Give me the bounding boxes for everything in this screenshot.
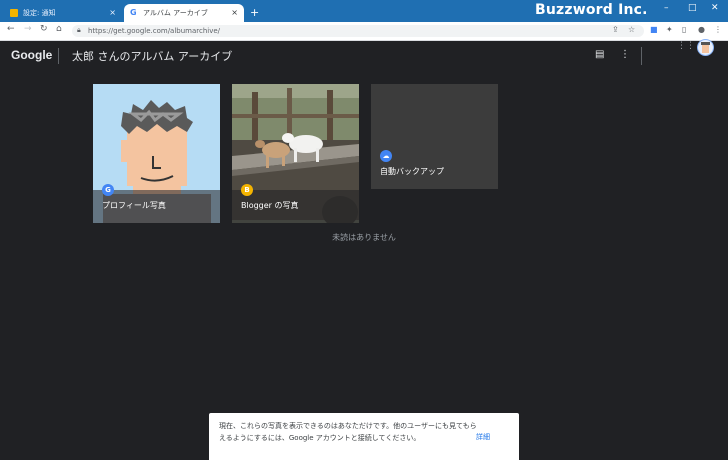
album-label: 自動バックアップ xyxy=(380,167,444,176)
browser-toolbar: ← → ↻ ⌂ 🔒︎ https://get.google.com/albuma… xyxy=(0,22,728,41)
blogger-favicon-icon xyxy=(10,9,18,17)
empty-message: 未読はありません xyxy=(332,233,396,242)
forward-arrow-icon[interactable]: → xyxy=(24,24,32,34)
blogger-icon: B xyxy=(241,184,253,196)
address-bar[interactable]: 🔒︎ https://get.google.com/albumarchive/ xyxy=(72,25,644,37)
tab-close-icon[interactable]: × xyxy=(231,4,238,22)
lock-icon: 🔒︎ xyxy=(77,26,81,34)
more-options-icon[interactable]: ⋮ xyxy=(620,49,630,60)
extension-icon[interactable]: ■ xyxy=(650,25,658,34)
tab-title: アルバム アーカイブ xyxy=(143,9,208,17)
notice-text: 現在、これらの写真を表示できるのはあなただけです。他のユーザーにも見てもらえるよ… xyxy=(219,422,477,442)
album-profile-photos[interactable]: G プロフィール写真 xyxy=(93,84,220,223)
google-icon: G xyxy=(102,184,114,196)
page-title: 太郎 さんのアルバム アーカイブ xyxy=(72,50,233,63)
tab-title: 設定: 通知 xyxy=(23,9,56,17)
tab-notifications[interactable]: 設定: 通知 × xyxy=(4,4,122,22)
side-panel-icon[interactable]: ▯ xyxy=(682,25,686,34)
app-header: Google 太郎 さんのアルバム アーカイブ ▤ ⋮ ⋮⋮⋮ xyxy=(0,41,728,71)
google-favicon-icon: G xyxy=(130,8,137,17)
album-caption: ☁ 自動バックアップ xyxy=(371,150,498,189)
album-caption: G プロフィール写真 xyxy=(93,184,220,223)
url-text[interactable]: https://get.google.com/albumarchive/ xyxy=(88,25,220,37)
new-tab-button[interactable]: + xyxy=(250,4,259,22)
album-label: プロフィール写真 xyxy=(102,201,166,210)
profile-icon[interactable]: ● xyxy=(698,25,705,34)
window-close-button[interactable]: ✕ xyxy=(711,3,719,13)
browser-menu-icon[interactable]: ⋮ xyxy=(714,25,722,34)
bookmark-star-icon[interactable]: ☆ xyxy=(628,25,635,34)
home-icon[interactable]: ⌂ xyxy=(56,24,62,34)
tab-close-icon[interactable]: × xyxy=(109,4,116,22)
header-divider xyxy=(641,47,642,65)
back-arrow-icon[interactable]: ← xyxy=(7,24,15,34)
header-divider xyxy=(58,48,59,64)
brand-watermark: Buzzword Inc. xyxy=(535,2,648,18)
details-link[interactable]: 詳細 xyxy=(476,432,490,442)
avatar[interactable] xyxy=(697,39,714,56)
browser-titlebar: 設定: 通知 × G アルバム アーカイブ × + Buzzword Inc. … xyxy=(0,0,728,22)
puzzle-extensions-icon[interactable]: ✦ xyxy=(666,25,673,34)
google-logo[interactable]: Google xyxy=(11,48,52,62)
album-caption: B Blogger の写真 xyxy=(232,184,359,223)
album-blogger-photos[interactable]: B Blogger の写真 xyxy=(232,84,359,223)
tab-album-archive[interactable]: G アルバム アーカイブ × xyxy=(124,4,244,22)
feedback-icon[interactable]: ▤ xyxy=(595,49,604,60)
share-icon[interactable]: ⇪ xyxy=(612,25,619,34)
cloud-backup-icon: ☁ xyxy=(380,150,392,162)
privacy-notice: 現在、これらの写真を表示できるのはあなただけです。他のユーザーにも見てもらえるよ… xyxy=(209,413,519,460)
album-label: Blogger の写真 xyxy=(241,201,299,210)
reload-icon[interactable]: ↻ xyxy=(40,24,48,34)
album-auto-backup[interactable]: ☁ 自動バックアップ xyxy=(371,84,498,189)
maximize-button[interactable]: □ xyxy=(688,3,697,13)
minimize-button[interactable]: – xyxy=(664,3,669,13)
